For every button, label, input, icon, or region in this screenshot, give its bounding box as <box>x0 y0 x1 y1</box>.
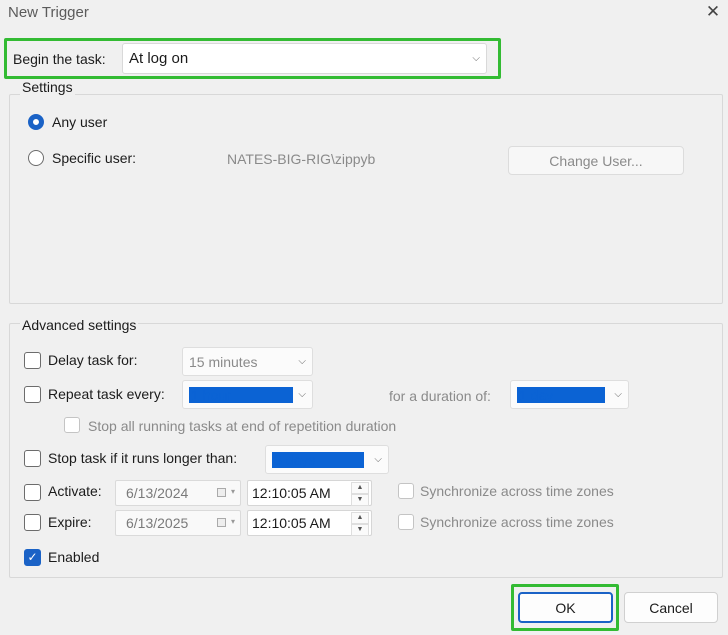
activate-time-value: 12:10:05 AM <box>252 485 331 501</box>
chevron-down-icon: ⌵ <box>298 356 306 367</box>
chevron-down-icon: ⌵ <box>472 53 480 64</box>
settings-group-label: Settings <box>20 79 75 95</box>
repeat-value: 1 hour <box>189 386 293 403</box>
calendar-icon <box>217 488 226 497</box>
delay-value: 15 minutes <box>189 353 258 370</box>
window-title: New Trigger <box>8 4 89 21</box>
spin-up-icon[interactable]: ▲ <box>351 482 369 494</box>
begin-task-select[interactable]: At log on ⌵ <box>122 43 487 74</box>
specific-user-radio[interactable] <box>28 150 44 166</box>
expire-sync-checkbox[interactable] <box>398 514 414 530</box>
repeat-label: Repeat task every: <box>48 386 165 402</box>
expire-checkbox[interactable] <box>24 514 41 531</box>
delay-select[interactable]: 15 minutes ⌵ <box>182 347 313 376</box>
duration-label: for a duration of: <box>389 388 491 404</box>
time-spinner[interactable]: ▲ ▼ <box>351 482 369 506</box>
close-icon[interactable]: ✕ <box>704 3 722 21</box>
activate-sync-checkbox[interactable] <box>398 483 414 499</box>
any-user-label: Any user <box>52 114 108 130</box>
calendar-icon <box>217 518 226 527</box>
chevron-down-icon: ▾ <box>230 487 235 496</box>
delay-checkbox[interactable] <box>24 352 41 369</box>
specific-user-label: Specific user: <box>52 150 137 166</box>
expire-date-picker[interactable]: 6/13/2025 ▾ <box>115 510 241 536</box>
duration-value: 1 day <box>517 386 605 403</box>
cancel-button[interactable]: Cancel <box>624 592 718 623</box>
delay-label: Delay task for: <box>48 352 138 368</box>
any-user-radio[interactable] <box>28 114 44 130</box>
chevron-down-icon: ▾ <box>230 517 235 526</box>
activate-time-input[interactable]: 12:10:05 AM ▲ ▼ <box>247 480 372 506</box>
repeat-select[interactable]: 1 hour ⌵ <box>182 380 313 409</box>
settings-group <box>9 94 723 304</box>
activate-date-value: 6/13/2024 <box>126 485 189 501</box>
repeat-checkbox[interactable] <box>24 386 41 403</box>
stop-longer-select[interactable]: 3 days ⌵ <box>265 445 389 474</box>
spin-up-icon[interactable]: ▲ <box>351 512 369 524</box>
advanced-settings-label: Advanced settings <box>20 317 139 333</box>
time-spinner[interactable]: ▲ ▼ <box>351 512 369 536</box>
chevron-down-icon: ⌵ <box>614 389 622 400</box>
spin-down-icon[interactable]: ▼ <box>351 494 369 506</box>
stop-all-label: Stop all running tasks at end of repetit… <box>88 418 397 434</box>
stop-all-checkbox[interactable] <box>64 417 80 433</box>
activate-sync-label: Synchronize across time zones <box>420 483 614 499</box>
duration-select[interactable]: 1 day ⌵ <box>510 380 629 409</box>
activate-label: Activate: <box>48 483 102 499</box>
begin-task-label: Begin the task: <box>13 51 106 67</box>
enabled-label: Enabled <box>48 549 100 565</box>
chevron-down-icon: ⌵ <box>374 454 382 465</box>
enabled-checkbox[interactable]: ✓ <box>24 549 41 566</box>
expire-time-input[interactable]: 12:10:05 AM ▲ ▼ <box>247 510 372 536</box>
user-value: NATES-BIG-RIG\zippyb <box>227 151 376 167</box>
expire-date-value: 6/13/2025 <box>126 515 189 531</box>
activate-checkbox[interactable] <box>24 484 41 501</box>
ok-button[interactable]: OK <box>518 592 613 623</box>
expire-sync-label: Synchronize across time zones <box>420 514 614 530</box>
chevron-down-icon: ⌵ <box>298 389 306 400</box>
stop-longer-label: Stop task if it runs longer than: <box>48 450 238 466</box>
change-user-button[interactable]: Change User... <box>508 146 684 175</box>
expire-time-value: 12:10:05 AM <box>252 515 331 531</box>
begin-task-value: At log on <box>129 50 189 67</box>
expire-label: Expire: <box>48 514 92 530</box>
stop-longer-checkbox[interactable] <box>24 450 41 467</box>
stop-longer-value: 3 days <box>272 451 364 468</box>
spin-down-icon[interactable]: ▼ <box>351 524 369 536</box>
activate-date-picker[interactable]: 6/13/2024 ▾ <box>115 480 241 506</box>
